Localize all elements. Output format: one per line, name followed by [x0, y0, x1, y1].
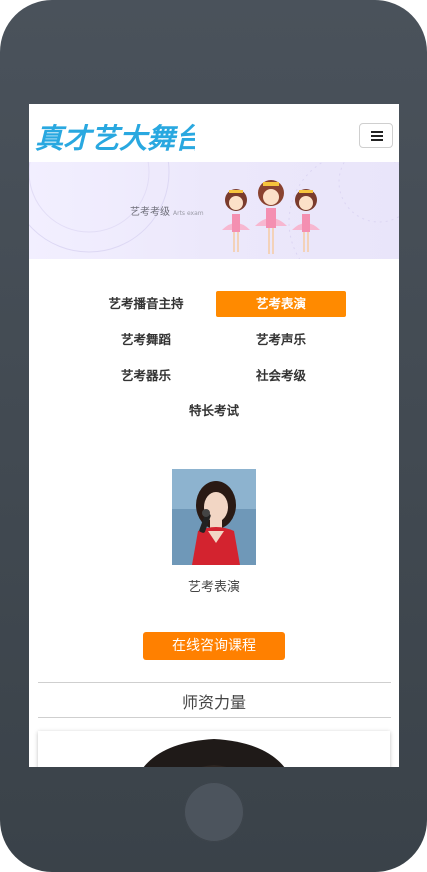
divider-top — [38, 682, 391, 683]
svg-text:真才艺大舞台: 真才艺大舞台 — [35, 122, 195, 155]
home-button[interactable] — [184, 782, 244, 842]
navbar: 真才艺大舞台 — [29, 104, 399, 162]
performer-image — [172, 469, 256, 565]
brand-logo[interactable]: 真才艺大舞台 — [35, 120, 195, 156]
phone-screen: 真才艺大舞台 艺考考级 Arts exam 艺考播音主持 艺考表演 艺考舞蹈 艺… — [29, 104, 399, 767]
banner-decoration — [29, 162, 399, 259]
hamburger-menu-icon — [371, 131, 383, 133]
featured-photo[interactable] — [172, 469, 256, 565]
dancer-illustration — [222, 180, 320, 254]
category-dance[interactable]: 艺考舞蹈 — [81, 327, 211, 353]
category-instrumental[interactable]: 艺考器乐 — [81, 363, 211, 389]
hero-banner: 艺考考级 Arts exam — [29, 162, 399, 259]
banner-title-text: 艺考考级 — [130, 207, 170, 218]
category-broadcast-hosting[interactable]: 艺考播音主持 — [81, 291, 211, 317]
faculty-card[interactable] — [38, 731, 390, 767]
featured-caption: 艺考表演 — [187, 580, 240, 595]
menu-toggle-button[interactable] — [359, 123, 393, 148]
category-talent-exam[interactable]: 特长考试 — [149, 398, 279, 424]
teacher-portrait — [38, 731, 390, 767]
category-performance[interactable]: 艺考表演 — [216, 291, 346, 317]
consult-button[interactable]: 在线咨询课程 — [143, 632, 285, 660]
banner-title: 艺考考级 Arts exam — [130, 203, 204, 218]
category-vocal[interactable]: 艺考声乐 — [216, 327, 346, 353]
category-social-grading[interactable]: 社会考级 — [216, 363, 346, 389]
faculty-section-title: 师资力量 — [181, 693, 246, 712]
divider-bottom — [38, 717, 391, 718]
banner-subtitle: Arts exam — [173, 210, 204, 217]
